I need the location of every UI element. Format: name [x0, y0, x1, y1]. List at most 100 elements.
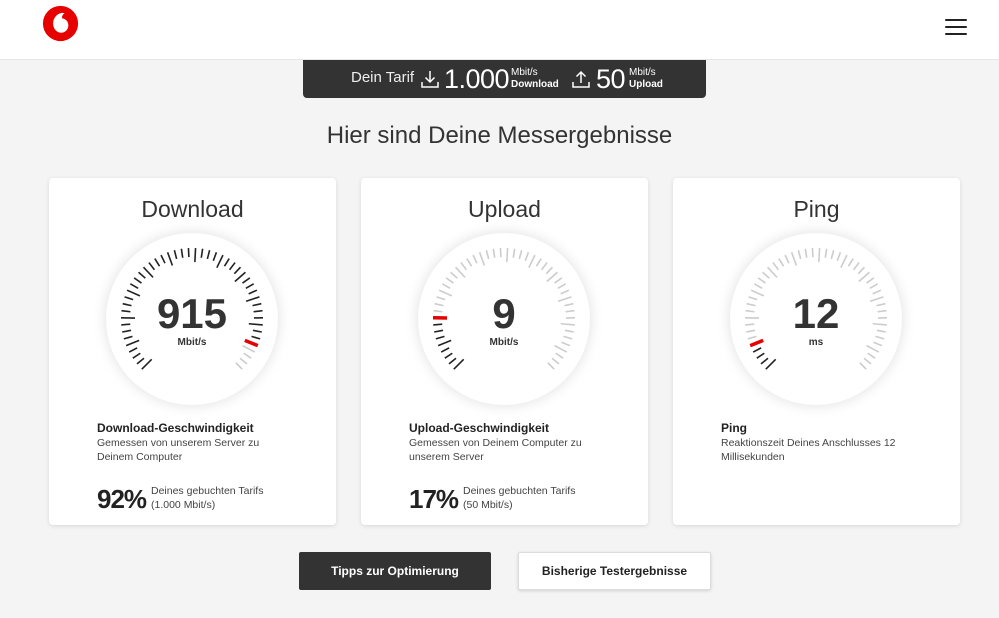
- gauge-tick: [228, 262, 236, 271]
- gauge-tick: [444, 352, 453, 359]
- card-description: Gemessen von Deinem Computer zu unserem …: [409, 437, 582, 463]
- gauge-tick: [554, 277, 563, 284]
- gauge-tick: [223, 258, 230, 267]
- upload-gauge: 9 Mbit/s: [418, 233, 590, 405]
- gauge-tick: [448, 357, 457, 365]
- gauge-tick: [540, 262, 548, 271]
- upload-card: Upload 9 Mbit/s Upload-Geschwindigkeit G…: [361, 178, 648, 525]
- card-title: Upload: [468, 196, 541, 222]
- gauge-tick: [148, 262, 156, 271]
- gauge-unit: Mbit/s: [489, 337, 519, 348]
- gauge-value: 12: [792, 290, 840, 337]
- gauge-tick: [752, 347, 762, 353]
- gauge-tick: [478, 252, 486, 266]
- tariff-percentage: 17%: [409, 484, 459, 514]
- card-title: Download: [141, 196, 244, 222]
- optimization-tips-button[interactable]: Tipps zur Optimierung: [299, 552, 491, 590]
- gauge-unit: Mbit/s: [177, 337, 207, 348]
- gauge-tick: [233, 266, 242, 275]
- gauge-tick: [441, 283, 451, 289]
- gauge-tick: [216, 254, 224, 269]
- card-label: Ping: [721, 421, 747, 435]
- ping-card: Ping 12 ms Ping Reaktionszeit Deines Ans…: [673, 178, 960, 525]
- tariff-upload-value: 50: [596, 64, 626, 94]
- gauge-tick: [766, 266, 778, 278]
- percentage-note: Deines gebuchten Tarifs (1.000 Mbit/s): [151, 484, 263, 512]
- gauge-tick: [160, 254, 166, 264]
- gauge-tick: [852, 262, 860, 271]
- gauge-tick: [234, 271, 246, 283]
- gauge-tick: [547, 362, 555, 370]
- gauge-tick: [857, 266, 866, 275]
- gauge-tick: [142, 266, 154, 278]
- gauge-tick: [765, 358, 777, 370]
- gauge-tick: [546, 271, 558, 283]
- gauge-unit: ms: [808, 337, 824, 348]
- ping-gauge: 12 ms: [730, 233, 902, 405]
- gauge-tick: [445, 277, 454, 284]
- gauge-tick: [524, 252, 530, 262]
- gauge-value: 9: [492, 290, 516, 337]
- gauge-tick: [485, 250, 490, 260]
- gauge-tick: [836, 252, 842, 262]
- tariff-upload-unit: Mbit/s: [629, 67, 656, 78]
- gauge-tick: [518, 250, 523, 260]
- previous-results-button[interactable]: Bisherige Testergebnisse: [518, 552, 711, 590]
- gauge-tick: [506, 248, 509, 263]
- gauge-tick: [128, 347, 138, 353]
- gauge-tick: [557, 283, 567, 289]
- gauge-tick: [194, 248, 197, 263]
- tariff-percentage: 92%: [97, 484, 147, 514]
- tariff-download-unit: Mbit/s: [511, 67, 538, 78]
- gauge-tick: [243, 352, 252, 359]
- gauge-tick: [545, 266, 554, 275]
- top-header: [0, 0, 999, 60]
- vodafone-logo-icon[interactable]: [42, 5, 79, 42]
- gauge-tick: [757, 277, 766, 284]
- gauge-tick: [760, 357, 769, 365]
- gauge-tick: [454, 266, 466, 278]
- card-description: Gemessen von unserem Server zu Deinem Co…: [97, 437, 260, 463]
- gauge-tick: [133, 277, 142, 284]
- gauge-tick: [460, 262, 468, 271]
- gauge-tick: [863, 357, 872, 365]
- hamburger-menu-icon[interactable]: [945, 19, 967, 35]
- tariff-download-label: Download: [511, 79, 559, 90]
- gauge-tick: [453, 358, 465, 370]
- gauge-tick: [206, 250, 211, 260]
- gauge-tick: [804, 248, 808, 258]
- gauge-tick: [141, 358, 153, 370]
- upload-arrow-icon: [572, 70, 590, 88]
- gauge-tick: [790, 252, 798, 266]
- percentage-note-line1: Deines gebuchten Tarifs: [151, 485, 264, 497]
- gauge-tick: [859, 362, 867, 370]
- gauge-tick: [858, 271, 870, 283]
- download-arrow-icon: [421, 71, 439, 88]
- gauge-tick: [466, 258, 473, 267]
- download-card: Download 915 Mbit/s Download-Geschwindig…: [49, 178, 336, 525]
- gauge-tick: [762, 271, 770, 279]
- gauge-tick: [235, 362, 243, 370]
- tariff-download-value: 1.000: [444, 64, 510, 94]
- gauge-tick: [129, 283, 139, 289]
- gauge-tick: [756, 352, 765, 359]
- download-gauge: 915 Mbit/s: [106, 233, 278, 405]
- percentage-note: Deines gebuchten Tarifs (50 Mbit/s): [463, 484, 575, 512]
- gauge-tick: [840, 254, 848, 269]
- percentage-note-line2: (50 Mbit/s): [463, 499, 513, 511]
- gauge-tick: [867, 352, 876, 359]
- gauge-tick: [784, 254, 790, 264]
- gauge-tick: [154, 258, 161, 267]
- tariff-upload-label: Upload: [629, 79, 663, 90]
- gauge-tick: [472, 254, 478, 264]
- gauge-tick: [492, 248, 496, 258]
- gauge-tick: [535, 258, 542, 267]
- gauge-tick: [818, 248, 821, 263]
- gauge-tick: [753, 283, 763, 289]
- card-title: Ping: [793, 196, 840, 222]
- gauge-tick: [551, 357, 560, 365]
- results-headline: Hier sind Deine Messergebnisse: [326, 122, 673, 149]
- gauge-tick: [440, 347, 450, 353]
- gauge-tick: [180, 248, 184, 258]
- gauge-tick: [772, 262, 780, 271]
